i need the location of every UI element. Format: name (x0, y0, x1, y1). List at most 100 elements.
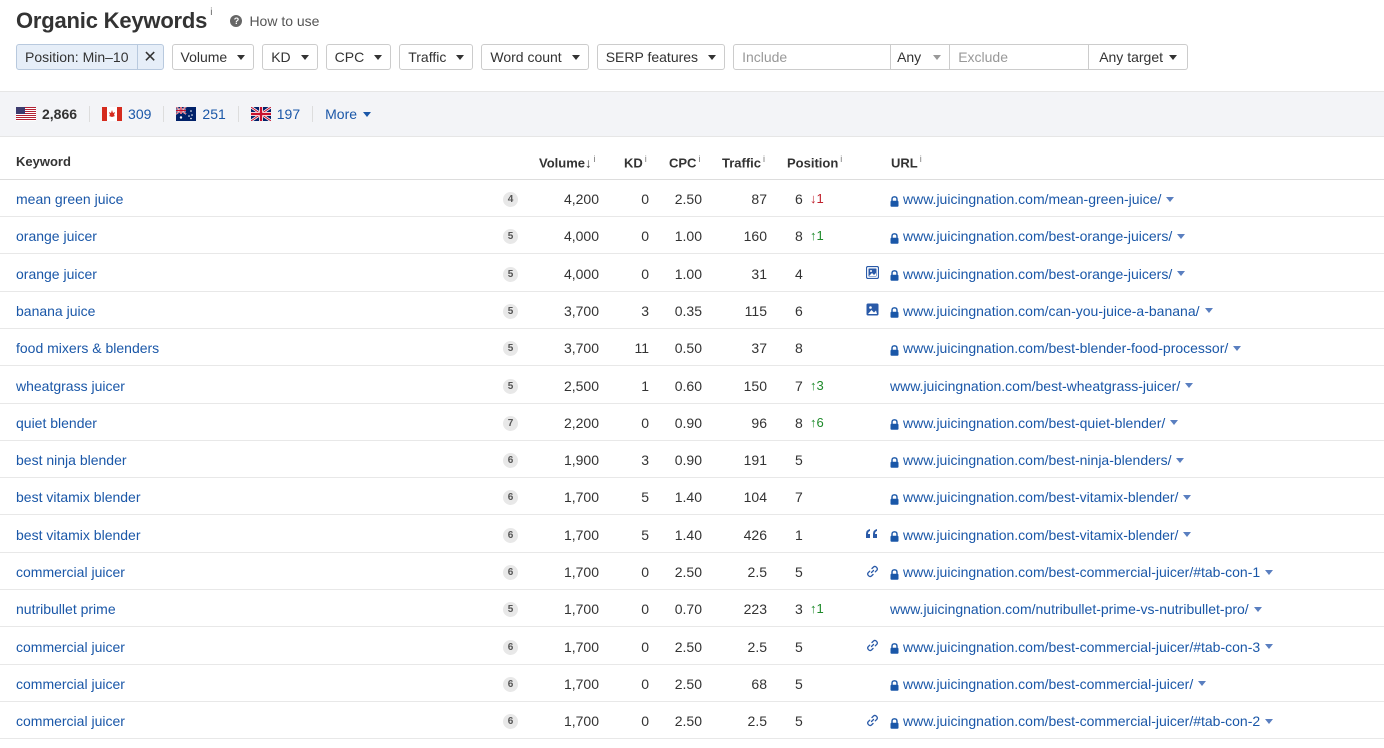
chevron-down-icon[interactable] (1177, 233, 1186, 239)
quote-icon[interactable] (865, 527, 879, 541)
close-icon[interactable]: ✕ (136, 45, 163, 69)
country-tab-us[interactable]: 2,866 (16, 106, 77, 122)
serp-results-badge[interactable]: 5 (503, 341, 518, 357)
url-link[interactable]: www.juicingnation.com/best-blender-food-… (890, 340, 1242, 356)
serp-features-filter-button[interactable]: SERP features (596, 44, 726, 70)
keyword-link[interactable]: nutribullet prime (16, 601, 116, 617)
link-icon[interactable] (865, 564, 879, 578)
cpc-filter-button[interactable]: CPC (325, 44, 392, 70)
url-link[interactable]: www.juicingnation.com/best-orange-juicer… (890, 228, 1186, 244)
url-link[interactable]: www.juicingnation.com/best-commercial-ju… (890, 639, 1274, 655)
url-link[interactable]: www.juicingnation.com/best-commercial-ju… (890, 676, 1207, 692)
url-link[interactable]: www.juicingnation.com/best-commercial-ju… (890, 713, 1274, 729)
keyword-link[interactable]: best vitamix blender (16, 489, 141, 505)
url-link[interactable]: www.juicingnation.com/best-orange-juicer… (890, 266, 1186, 282)
chevron-down-icon[interactable] (1170, 420, 1179, 426)
serp-results-badge[interactable]: 6 (503, 565, 518, 580)
link-icon[interactable] (865, 713, 879, 727)
chevron-down-icon[interactable] (1265, 644, 1274, 650)
column-header-position[interactable]: Position i (787, 154, 842, 170)
serp-results-badge[interactable]: 6 (503, 527, 518, 543)
url-link[interactable]: www.juicingnation.com/best-quiet-blender… (890, 415, 1179, 431)
how-to-use-link[interactable]: ? How to use (230, 13, 319, 29)
serp-results-badge[interactable]: 5 (503, 266, 518, 282)
position-filter-chip[interactable]: Position: Min–10 ✕ (16, 44, 164, 70)
url-link[interactable]: www.juicingnation.com/best-ninja-blender… (890, 452, 1185, 468)
url-link[interactable]: www.juicingnation.com/best-commercial-ju… (890, 564, 1274, 580)
keyword-link[interactable]: food mixers & blenders (16, 340, 159, 356)
word-count-filter-button[interactable]: Word count (481, 44, 589, 70)
serp-results-badge[interactable]: 5 (503, 229, 518, 245)
chevron-down-icon[interactable] (1185, 383, 1194, 388)
chevron-down-icon[interactable] (1166, 196, 1175, 202)
exclude-field[interactable] (950, 44, 1090, 70)
serp-results-badge[interactable]: 6 (503, 453, 518, 469)
chevron-down-icon[interactable] (1265, 569, 1274, 575)
serp-results-badge[interactable]: 6 (503, 676, 518, 692)
keyword-link[interactable]: commercial juicer (16, 639, 125, 655)
serp-results-badge[interactable]: 5 (503, 602, 518, 618)
keyword-link[interactable]: orange juicer (16, 266, 97, 282)
country-tab-ca[interactable]: 309 (102, 106, 151, 122)
column-header-volume[interactable]: Volume↓ i (539, 154, 596, 170)
url-link[interactable]: www.juicingnation.com/best-vitamix-blend… (890, 489, 1192, 505)
serp-results-badge[interactable]: 7 (503, 415, 518, 431)
serp-results-badge[interactable]: 6 (503, 714, 518, 730)
keyword-link[interactable]: best ninja blender (16, 452, 127, 468)
include-field[interactable] (733, 44, 892, 70)
keyword-link[interactable]: commercial juicer (16, 564, 125, 580)
url-link[interactable]: www.juicingnation.com/best-vitamix-blend… (890, 527, 1192, 543)
keyword-link[interactable]: best vitamix blender (16, 527, 141, 543)
keyword-link[interactable]: orange juicer (16, 228, 97, 244)
exclude-input[interactable] (958, 49, 1081, 65)
keyword-link[interactable]: wheatgrass juicer (16, 378, 125, 394)
serp-results-badge[interactable]: 6 (503, 639, 518, 655)
column-header-cpc[interactable]: CPC i (669, 154, 700, 170)
image-icon[interactable] (865, 303, 879, 317)
more-countries-button[interactable]: More (325, 106, 372, 122)
url-link[interactable]: www.juicingnation.com/mean-green-juice/ (890, 191, 1175, 207)
chevron-down-icon[interactable] (1177, 271, 1186, 277)
country-tab-gb[interactable]: 197 (250, 106, 300, 122)
serp-results-badge[interactable]: 5 (503, 378, 518, 394)
serp-results-badge[interactable]: 5 (503, 303, 518, 319)
column-header-traffic[interactable]: Traffic i (722, 154, 765, 170)
chevron-down-icon[interactable] (1183, 494, 1192, 500)
country-tab-au[interactable]: 251 (176, 106, 226, 122)
url-link[interactable]: www.juicingnation.com/best-wheatgrass-ju… (890, 378, 1194, 394)
info-icon[interactable]: i (645, 154, 647, 164)
keyword-link[interactable]: commercial juicer (16, 676, 125, 692)
column-header-kd[interactable]: KD i (624, 154, 647, 170)
target-select[interactable]: Any target (1089, 44, 1189, 70)
column-header-url[interactable]: URL i (891, 154, 922, 170)
keyword-link[interactable]: banana juice (16, 303, 95, 319)
info-icon[interactable]: i (698, 154, 700, 164)
image-pack-icon[interactable] (865, 266, 879, 280)
include-input[interactable] (742, 49, 883, 65)
chevron-down-icon[interactable] (1176, 457, 1185, 463)
keyword-link[interactable]: commercial juicer (16, 713, 125, 729)
info-icon[interactable]: i (840, 154, 842, 164)
info-icon[interactable]: i (594, 154, 596, 164)
info-icon[interactable]: i (763, 154, 765, 164)
serp-results-badge[interactable]: 6 (503, 490, 518, 506)
include-mode-select[interactable]: Any (891, 44, 951, 70)
chevron-down-icon[interactable] (1204, 308, 1213, 314)
chevron-down-icon[interactable] (1183, 532, 1192, 538)
chevron-down-icon[interactable] (1253, 606, 1262, 612)
column-header-keyword[interactable]: Keyword (16, 154, 71, 169)
chevron-down-icon[interactable] (1233, 345, 1242, 351)
volume-filter-button[interactable]: Volume (171, 44, 255, 70)
traffic-filter-button[interactable]: Traffic (399, 44, 474, 70)
kd-filter-button[interactable]: KD (262, 44, 318, 70)
url-link[interactable]: www.juicingnation.com/can-you-juice-a-ba… (890, 303, 1213, 319)
chevron-down-icon[interactable] (1198, 681, 1207, 687)
link-icon[interactable] (865, 639, 879, 653)
serp-results-badge[interactable]: 4 (503, 192, 518, 207)
info-icon[interactable]: i (920, 154, 922, 164)
chevron-down-icon[interactable] (1265, 718, 1274, 724)
keyword-link[interactable]: mean green juice (16, 191, 123, 207)
title-info-icon[interactable]: i (210, 7, 212, 18)
url-link[interactable]: www.juicingnation.com/nutribullet-prime-… (890, 601, 1262, 617)
keyword-link[interactable]: quiet blender (16, 415, 97, 431)
